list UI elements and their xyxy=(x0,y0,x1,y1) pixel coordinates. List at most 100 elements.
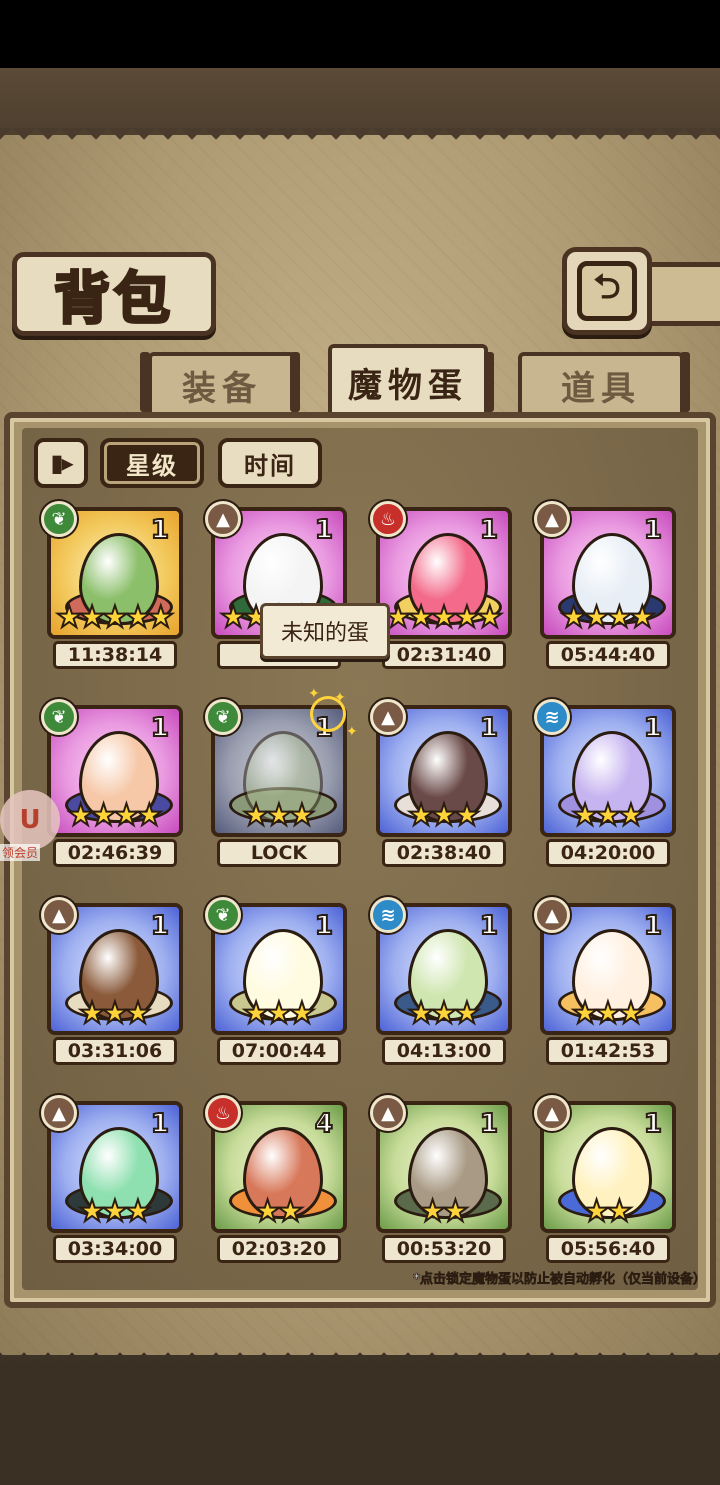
grass-element-icon: ❦ xyxy=(205,699,241,735)
hatch-timer: 05:44:40 xyxy=(546,641,670,669)
star-icon: ★ xyxy=(123,1194,152,1229)
tab-divider xyxy=(680,352,690,412)
rock-element-icon: ▲ xyxy=(41,897,77,933)
star-icon: ★ xyxy=(146,600,175,635)
star-rating: ★ ★ ★ xyxy=(380,798,508,833)
star-rating: ★ ★ ★ xyxy=(380,996,508,1031)
bottom-background xyxy=(0,1360,720,1485)
egg-count: 1 xyxy=(479,712,499,744)
star-icon: ★ xyxy=(135,798,164,833)
star-rating: ★ ★ ★ xyxy=(215,996,343,1031)
hatch-timer: 00:53:20 xyxy=(382,1235,506,1263)
back-button[interactable]: ⮌ xyxy=(562,247,652,335)
rock-element-icon: ▲ xyxy=(534,897,570,933)
egg-count: 1 xyxy=(643,514,663,546)
grass-element-icon: ❦ xyxy=(41,699,77,735)
status-bar xyxy=(0,0,720,68)
egg-count: 1 xyxy=(643,910,663,942)
hatch-timer: 04:13:00 xyxy=(382,1037,506,1065)
star-rating: ★★★★★ xyxy=(380,600,508,635)
star-rating: ★ ★ ★ xyxy=(544,996,672,1031)
star-icon: ★ xyxy=(616,996,645,1031)
tab-items[interactable]: 道具 xyxy=(518,352,684,414)
hatch-timer: 02:03:20 xyxy=(217,1235,341,1263)
rock-element-icon: ▲ xyxy=(41,1095,77,1131)
tab-label: 道具 xyxy=(561,368,641,409)
hatch-timer: 07:00:44 xyxy=(217,1037,341,1065)
torn-edge-bottom xyxy=(0,1340,720,1364)
tab-divider xyxy=(484,352,494,412)
egg-count: 1 xyxy=(479,1108,499,1140)
star-icon: ★ xyxy=(452,798,481,833)
star-rating: ★ ★ xyxy=(544,1194,672,1229)
sort-by-time-label: 时间 xyxy=(244,451,296,480)
egg-count: 1 xyxy=(150,1108,170,1140)
star-icon: ★ xyxy=(605,1194,634,1229)
star-icon: ★ xyxy=(123,996,152,1031)
sort-by-star-button[interactable]: 星级 xyxy=(100,438,204,488)
star-icon: ★ xyxy=(441,1194,470,1229)
torn-edge-top xyxy=(0,128,720,152)
star-rating: ★ ★ ★ xyxy=(51,1194,179,1229)
star-rating: ★★★★★ xyxy=(51,600,179,635)
rock-element-icon: ▲ xyxy=(370,699,406,735)
egg-count: 1 xyxy=(150,514,170,546)
lock-sparkle-icon: ✦ ✦ ✦ xyxy=(308,686,358,740)
hatch-timer: 11:38:14 xyxy=(53,641,177,669)
egg-count: 1 xyxy=(314,514,334,546)
star-rating: ★ ★ ★ xyxy=(51,996,179,1031)
vip-icon: U xyxy=(0,790,60,850)
egg-count: 1 xyxy=(643,712,663,744)
star-icon: ★ xyxy=(452,996,481,1031)
star-icon: ★ xyxy=(475,600,504,635)
water-element-icon: ≋ xyxy=(534,699,570,735)
sort-by-star-label: 星级 xyxy=(126,451,178,480)
star-rating: ★ ★ ★ ★ xyxy=(51,798,179,833)
star-rating: ★ ★ xyxy=(380,1194,508,1229)
tooltip-text: 未知的蛋 xyxy=(280,621,369,646)
pause-button[interactable]: ▮▸ xyxy=(34,438,88,488)
back-arrow-icon: ⮌ xyxy=(577,261,637,321)
hatch-timer: 04:20:00 xyxy=(546,839,670,867)
star-rating: ★ ★ ★ xyxy=(215,798,343,833)
page-title-plate: 背包 xyxy=(12,252,216,336)
tab-label: 魔物蛋 xyxy=(348,365,468,406)
star-rating: ★ ★ ★ xyxy=(544,800,672,832)
rock-element-icon: ▲ xyxy=(205,501,241,537)
rock-element-icon: ▲ xyxy=(534,501,570,537)
tab-equipment[interactable]: 装备 xyxy=(148,352,296,414)
hatch-timer: 03:31:06 xyxy=(53,1037,177,1065)
fire-element-icon: ♨ xyxy=(370,501,406,537)
grass-element-icon: ❦ xyxy=(205,897,241,933)
egg-count: 1 xyxy=(643,1108,663,1140)
star-icon: ★ xyxy=(628,600,657,635)
fire-element-icon: ♨ xyxy=(205,1095,241,1131)
sort-by-time-button[interactable]: 时间 xyxy=(218,438,322,488)
star-rating: ★ ★ ★ ★ xyxy=(544,600,672,635)
egg-count: 1 xyxy=(150,712,170,744)
hatch-timer: 01:42:53 xyxy=(546,1037,670,1065)
pause-icon: ▮▸ xyxy=(50,449,73,477)
rock-element-icon: ▲ xyxy=(534,1095,570,1131)
page-title: 背包 xyxy=(53,264,174,333)
rock-element-icon: ▲ xyxy=(370,1095,406,1131)
hatch-timer: 03:34:00 xyxy=(53,1235,177,1263)
egg-count: 1 xyxy=(479,514,499,546)
back-rail xyxy=(652,262,720,326)
star-rating: ★ ★ xyxy=(215,1196,343,1228)
egg-count: 4 xyxy=(314,1108,334,1140)
hatch-timer: 02:38:40 xyxy=(382,839,506,867)
egg-tooltip: 未知的蛋 xyxy=(260,603,390,659)
vip-label: 领会员 xyxy=(0,844,41,861)
egg-count: 1 xyxy=(314,910,334,942)
tab-label: 装备 xyxy=(182,368,262,409)
tab-monster-egg[interactable]: 魔物蛋 xyxy=(328,344,488,416)
hatch-timer: 05:56:40 xyxy=(546,1235,670,1263)
hatch-timer: 02:31:40 xyxy=(382,641,506,669)
egg-count: 1 xyxy=(150,910,170,942)
star-icon: ★ xyxy=(287,798,316,833)
star-icon: ★ xyxy=(287,996,316,1031)
lock-hint-footnote: *点击锁定魔物蛋以防止被自动孵化（仅当前设备） xyxy=(413,1272,706,1288)
vip-floating-badge[interactable]: U 领会员 xyxy=(0,790,64,868)
grass-element-icon: ❦ xyxy=(41,501,77,537)
